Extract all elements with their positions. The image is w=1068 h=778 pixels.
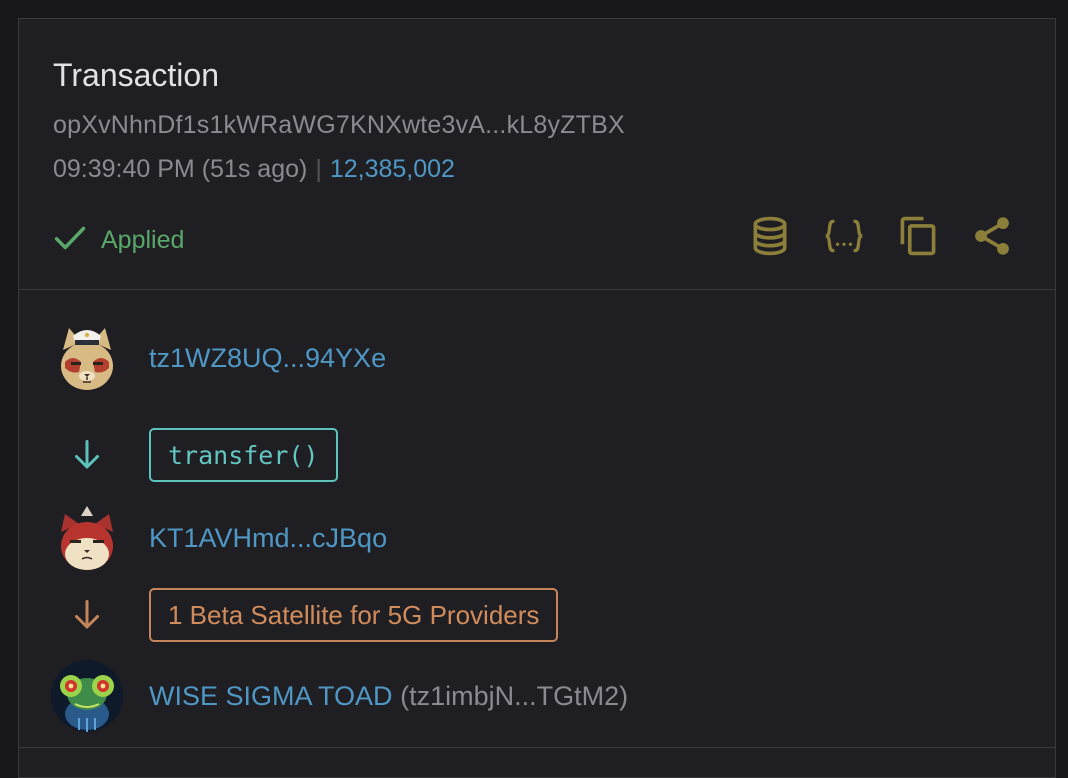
arrow-down-icon bbox=[51, 437, 123, 473]
header-divider bbox=[19, 289, 1055, 290]
check-icon bbox=[51, 219, 89, 262]
sender-address[interactable]: tz1WZ8UQ...94YXe bbox=[149, 343, 386, 374]
receiver-row: WISE SIGMA TOAD (tz1imbjN...TGtM2) bbox=[51, 660, 628, 732]
entrypoint-row: transfer() bbox=[51, 428, 338, 482]
status-label: Applied bbox=[101, 226, 185, 254]
entrypoint-badge[interactable]: transfer() bbox=[149, 428, 338, 482]
json-braces-icon[interactable] bbox=[821, 213, 867, 259]
toolbar bbox=[747, 213, 1015, 259]
footer-divider bbox=[19, 747, 1055, 748]
transaction-header: Transaction opXvNhnDf1s1kWRaWG7KNXwte3vA… bbox=[19, 19, 1055, 289]
block-level-link[interactable]: 12,385,002 bbox=[330, 155, 455, 183]
receiver-address: (tz1imbjN...TGtM2) bbox=[400, 680, 629, 711]
contract-address[interactable]: KT1AVHmd...cJBqo bbox=[149, 523, 387, 554]
token-amount-badge[interactable]: 1 Beta Satellite for 5G Providers bbox=[149, 588, 559, 642]
transaction-meta: 09:39:40 PM (51s ago) | 12,385,002 bbox=[53, 155, 455, 184]
sender-row: tz1WZ8UQ...94YXe bbox=[51, 322, 386, 394]
share-icon[interactable] bbox=[969, 213, 1015, 259]
copy-icon[interactable] bbox=[895, 213, 941, 259]
token-row: 1 Beta Satellite for 5G Providers bbox=[51, 588, 559, 642]
receiver-link[interactable]: WISE SIGMA TOAD (tz1imbjN...TGtM2) bbox=[149, 681, 628, 712]
database-icon[interactable] bbox=[747, 213, 793, 259]
timestamp: 09:39:40 PM (51s ago) bbox=[53, 155, 308, 183]
status-badge: Applied bbox=[51, 219, 184, 262]
toad-avatar[interactable] bbox=[51, 660, 123, 732]
meta-separator: | bbox=[315, 155, 322, 183]
operation-hash[interactable]: opXvNhnDf1s1kWRaWG7KNXwte3vA...kL8yZTBX bbox=[53, 111, 625, 140]
transaction-card: Transaction opXvNhnDf1s1kWRaWG7KNXwte3vA… bbox=[18, 18, 1056, 778]
arrow-down-icon bbox=[51, 597, 123, 633]
page-title: Transaction bbox=[53, 57, 219, 93]
cat-red-avatar[interactable] bbox=[51, 502, 123, 574]
receiver-name: WISE SIGMA TOAD bbox=[149, 680, 393, 711]
contract-row: KT1AVHmd...cJBqo bbox=[51, 502, 387, 574]
cat-captain-avatar[interactable] bbox=[51, 322, 123, 394]
